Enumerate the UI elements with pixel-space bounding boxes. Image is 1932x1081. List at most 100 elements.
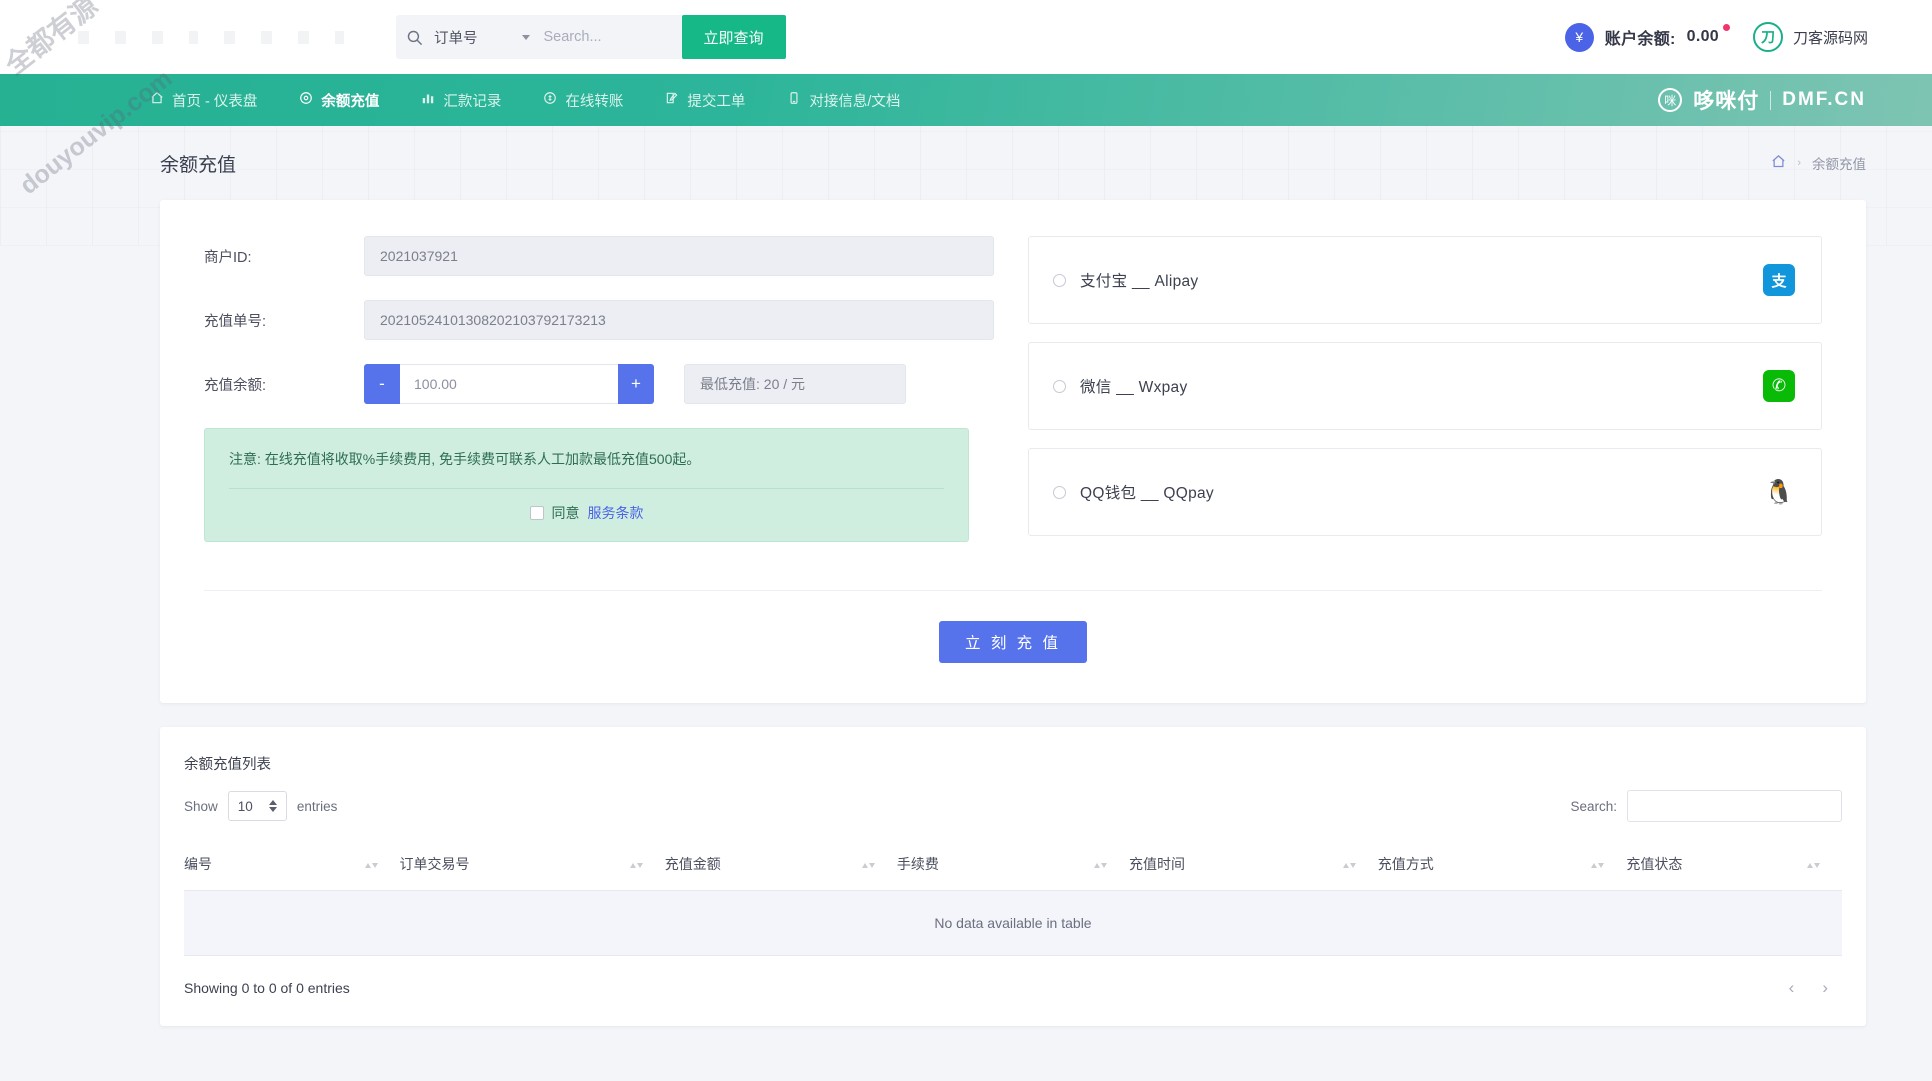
- recharge-card-top: 商户ID: 2021037921 充值单号: 20210524101308202…: [160, 200, 1866, 584]
- breadcrumb-home-icon[interactable]: [1771, 154, 1786, 172]
- search-icon: [396, 29, 432, 46]
- pagination: ‹ ›: [1789, 978, 1842, 998]
- pagination-next-button[interactable]: ›: [1822, 978, 1828, 998]
- table-empty-row: No data available in table: [184, 890, 1842, 956]
- radio-icon[interactable]: [1053, 485, 1066, 499]
- top-right-group: ¥ 账户余额: 0.00 刀 刀客源码网: [1564, 22, 1932, 52]
- nav-item-recharge[interactable]: 余额充值: [299, 90, 379, 111]
- circle-dollar-icon: [543, 91, 557, 109]
- sort-icon: [1807, 860, 1842, 868]
- bars-icon: [421, 91, 435, 109]
- recharge-submit-button[interactable]: 立 刻 充 值: [939, 621, 1087, 663]
- breadcrumb: › 余额充值: [1771, 153, 1866, 173]
- account-balance[interactable]: ¥ 账户余额: 0.00: [1564, 22, 1730, 52]
- column-header-method[interactable]: 充值方式: [1377, 840, 1627, 891]
- yen-icon: ¥: [1564, 22, 1594, 52]
- merchant-id-field: 2021037921: [364, 236, 994, 276]
- table-search-group: Search:: [1570, 790, 1842, 822]
- nav-brand[interactable]: 咪 哆咪付 DMF.CN: [1658, 85, 1932, 115]
- nav-item-ticket[interactable]: 提交工单: [665, 90, 745, 111]
- page-length-select[interactable]: 10: [227, 791, 287, 821]
- qq-penguin-icon: 🐧: [1764, 478, 1794, 506]
- page-title: 余额充值: [160, 154, 237, 176]
- page-length-control: Show 10 entries: [184, 791, 337, 821]
- notification-dot-icon: [1722, 23, 1730, 31]
- notice-divider: [229, 488, 944, 489]
- merchant-id-row: 商户ID: 2021037921: [204, 236, 994, 276]
- home-icon: [150, 91, 164, 109]
- column-label: 充值状态: [1626, 856, 1683, 872]
- radio-icon[interactable]: [1053, 379, 1066, 393]
- amount-increment-button[interactable]: +: [618, 364, 654, 404]
- min-recharge-hint: 最低充值: 20 / 元: [684, 364, 906, 404]
- order-no-field: 20210524101308202103792173213: [364, 300, 994, 340]
- alipay-icon: 支: [1763, 264, 1795, 296]
- nav-item-transfer[interactable]: 在线转账: [543, 90, 623, 111]
- nav-label: 首页 - 仪表盘: [172, 93, 258, 110]
- column-header-fee[interactable]: 手续费: [896, 840, 1130, 891]
- sort-icon: [861, 860, 897, 868]
- table-footer: Showing 0 to 0 of 0 entries ‹ ›: [184, 978, 1842, 998]
- column-header-time[interactable]: 充值时间: [1129, 840, 1378, 891]
- query-button[interactable]: 立即查询: [681, 15, 786, 59]
- nav-label: 余额充值: [321, 93, 380, 110]
- sort-icon: [364, 860, 400, 868]
- nav-item-dashboard[interactable]: 首页 - 仪表盘: [150, 90, 257, 111]
- top-toolbar: 订单号 立即查询 ¥ 账户余额: 0.00 刀 刀客源码网: [0, 0, 1932, 74]
- merchant-id-label: 商户ID:: [204, 249, 252, 266]
- search-input[interactable]: [541, 15, 682, 59]
- amount-row: 充值余额: - 100.00 + 最低充值: 20 / 元: [204, 364, 994, 404]
- search-category-value: 订单号: [434, 30, 478, 47]
- brand-mark-icon: 咪: [1658, 88, 1683, 112]
- site-name: 刀客源码网: [1792, 29, 1868, 47]
- agree-checkbox[interactable]: [529, 506, 544, 520]
- toolbar-ghost-icons: [78, 30, 344, 44]
- sort-icon: [629, 860, 665, 868]
- main-navbar: 首页 - 仪表盘 余额充值 汇款记录 在线转账 提交工单 对接信息/文档 咪 哆…: [0, 74, 1932, 126]
- recharge-form: 商户ID: 2021037921 充值单号: 20210524101308202…: [204, 236, 994, 554]
- show-label: Show: [184, 798, 218, 814]
- nav-items: 首页 - 仪表盘 余额充值 汇款记录 在线转账 提交工单 对接信息/文档: [150, 90, 900, 111]
- column-header-id[interactable]: 编号: [184, 840, 400, 891]
- payment-methods: 支付宝 __ Alipay 支 微信 __ Wxpay ✆ QQ钱包 __ QQ…: [994, 236, 1822, 554]
- nav-label: 提交工单: [687, 93, 746, 110]
- stepper-arrows-icon: [268, 800, 277, 812]
- payment-option-wxpay[interactable]: 微信 __ Wxpay ✆: [1028, 342, 1822, 430]
- table-header-row: 编号 订单交易号 充值金额 手续费 充值时间 充值方式 充值状态: [184, 840, 1842, 891]
- column-label: 充值方式: [1377, 856, 1434, 872]
- site-brand[interactable]: 刀 刀客源码网: [1752, 22, 1868, 52]
- table-title: 余额充值列表: [184, 757, 271, 773]
- column-header-amount[interactable]: 充值金额: [664, 840, 897, 891]
- sort-icon: [1591, 860, 1626, 868]
- search-category-select[interactable]: 订单号: [432, 15, 542, 59]
- book-icon: [787, 91, 801, 109]
- agree-row: 同意 服务条款: [229, 503, 944, 523]
- order-no-label: 充值单号:: [204, 313, 267, 330]
- amount-stepper: - 100.00 +: [364, 364, 654, 404]
- ghost-icon: [224, 30, 235, 44]
- amount-decrement-button[interactable]: -: [364, 364, 400, 404]
- nav-label: 在线转账: [565, 93, 624, 110]
- agree-label: 同意: [551, 505, 580, 521]
- nav-item-docs[interactable]: 对接信息/文档: [787, 90, 900, 111]
- radio-icon[interactable]: [1053, 273, 1066, 287]
- table-info: Showing 0 to 0 of 0 entries: [184, 980, 350, 996]
- nav-label: 汇款记录: [443, 93, 502, 110]
- table-search-input[interactable]: [1627, 790, 1842, 822]
- payment-option-alipay[interactable]: 支付宝 __ Alipay 支: [1028, 236, 1822, 324]
- ghost-icon: [78, 30, 89, 44]
- nav-item-remittance[interactable]: 汇款记录: [421, 90, 501, 111]
- pagination-prev-button[interactable]: ‹: [1789, 978, 1795, 998]
- notice-text: 注意: 在线充值将收取%手续费用, 免手续费可联系人工加款最低充值500起。: [229, 451, 701, 467]
- column-label: 编号: [184, 856, 212, 872]
- balance-label: 账户余额:: [1604, 31, 1676, 48]
- edit-icon: [665, 91, 679, 109]
- amount-input[interactable]: 100.00: [400, 364, 618, 404]
- site-logo-icon: 刀: [1752, 22, 1783, 52]
- column-header-status[interactable]: 充值状态: [1626, 840, 1842, 891]
- ghost-icon: [115, 30, 126, 44]
- terms-link[interactable]: 服务条款: [588, 503, 644, 523]
- column-header-trade-no[interactable]: 订单交易号: [399, 840, 665, 891]
- global-search-group: 订单号 立即查询: [396, 15, 786, 59]
- payment-option-qqpay[interactable]: QQ钱包 __ QQpay 🐧: [1028, 448, 1822, 536]
